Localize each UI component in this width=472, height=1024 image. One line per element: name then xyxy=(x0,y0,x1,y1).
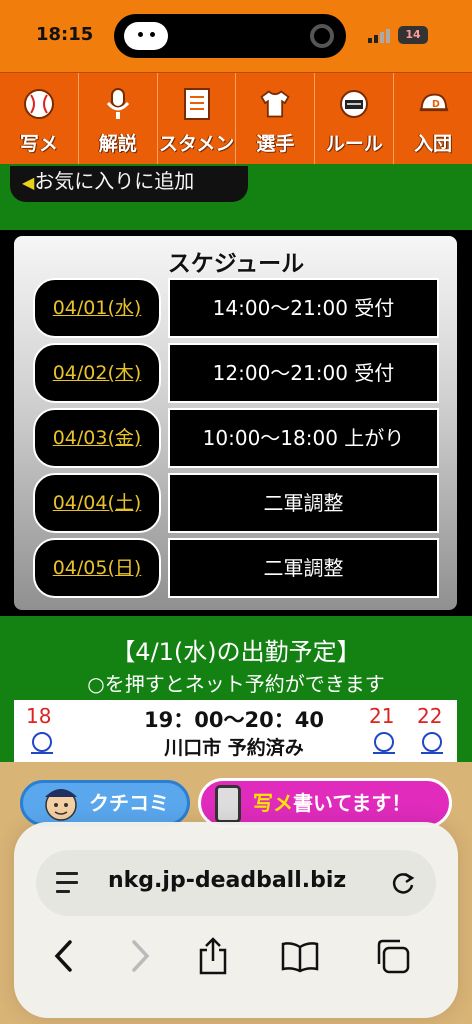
baseball-icon xyxy=(22,87,56,121)
battery-level: 14 xyxy=(405,28,421,41)
hour-label: 18 xyxy=(26,704,52,728)
nav-label: スタメン xyxy=(158,133,235,155)
attendance-title: 【4/1(水)の出勤予定】 xyxy=(111,638,361,666)
add-to-favorites-button[interactable]: ◀お気に入りに追加 xyxy=(10,166,248,202)
schedule-date-link[interactable]: 04/04(土) xyxy=(33,473,161,533)
reviews-label: クチコミ xyxy=(89,791,169,815)
cellular-signal-icon xyxy=(368,29,390,43)
reserve-circle-button[interactable] xyxy=(421,732,443,754)
cap-icon: D xyxy=(416,87,450,121)
green-border-left xyxy=(0,700,14,762)
schedule-row: 04/01(水) 14:00〜21:00 受付 xyxy=(33,278,439,338)
reservation-table: 18 19：00〜20：40 川口市 予約済み 21 22 xyxy=(14,700,457,762)
reload-icon[interactable] xyxy=(388,868,418,898)
photo-diary-highlight: 写メ xyxy=(253,791,293,815)
status-bar: 18:15 14 xyxy=(0,0,472,72)
tabs-icon[interactable] xyxy=(372,936,412,976)
schedule-date-link[interactable]: 04/05(日) xyxy=(33,538,161,598)
schedule-row: 04/02(木) 12:00〜21:00 受付 xyxy=(33,343,439,403)
microphone-icon xyxy=(101,87,135,121)
forward-icon[interactable] xyxy=(120,936,160,976)
attendance-subtitle: ○を押すとネット予約ができます xyxy=(87,672,385,696)
battery-icon: 14 xyxy=(398,26,428,44)
dynamic-island xyxy=(114,14,346,58)
back-icon[interactable] xyxy=(44,936,84,976)
schedule-title: スケジュール xyxy=(167,251,305,277)
reservation-location: 川口市 予約済み xyxy=(164,737,304,759)
schedule-row: 04/04(土) 二軍調整 xyxy=(33,473,439,533)
schedule-date-link[interactable]: 04/02(木) xyxy=(33,343,161,403)
schedule-time: 12:00〜21:00 受付 xyxy=(168,343,439,403)
phone-icon xyxy=(215,785,241,823)
uniform-icon xyxy=(258,87,292,121)
bookmarks-icon[interactable] xyxy=(280,936,320,976)
photo-diary-button[interactable]: 写メ書いてます！ xyxy=(198,778,452,828)
status-time: 18:15 xyxy=(36,24,94,45)
schedule-time: 14:00〜21:00 受付 xyxy=(168,278,439,338)
mascot-icon xyxy=(41,781,81,823)
main-nav: 写メ 解説 スタメン 選手 ルール D 入団 xyxy=(0,72,472,164)
hour-label: 22 xyxy=(417,704,443,728)
nav-label: 写メ xyxy=(19,133,58,155)
schedule-time: 二軍調整 xyxy=(168,473,439,533)
nav-item-join[interactable]: D 入団 xyxy=(394,73,472,164)
reservation-time: 19：00〜20：40 xyxy=(144,708,324,732)
nav-label: ルール xyxy=(325,133,383,155)
lineup-sheet-icon xyxy=(180,87,214,121)
reserve-circle-button[interactable] xyxy=(31,732,53,754)
nav-item-photos[interactable]: 写メ xyxy=(0,73,79,164)
schedule-row: 04/05(日) 二軍調整 xyxy=(33,538,439,598)
umpire-mask-icon xyxy=(337,87,371,121)
green-border-right xyxy=(457,700,472,762)
schedule-time: 10:00〜18:00 上がり xyxy=(168,408,439,468)
url-text: nkg.jp-deadball.biz xyxy=(108,868,347,893)
mascot-face-icon xyxy=(124,22,168,50)
activity-ring-icon xyxy=(310,24,334,48)
nav-item-rules[interactable]: ルール xyxy=(315,73,395,164)
svg-text:D: D xyxy=(432,99,440,110)
share-icon[interactable] xyxy=(193,936,233,976)
hour-label: 21 xyxy=(369,704,395,728)
reserve-circle-button[interactable] xyxy=(373,732,395,754)
page-menu-icon[interactable] xyxy=(56,872,82,894)
nav-item-players[interactable]: 選手 xyxy=(236,73,316,164)
add-to-favorites-label: お気に入りに追加 xyxy=(34,169,195,193)
address-bar[interactable]: nkg.jp-deadball.biz xyxy=(36,850,436,916)
schedule-time: 二軍調整 xyxy=(168,538,439,598)
nav-item-lineup[interactable]: スタメン xyxy=(158,73,237,164)
schedule-date-link[interactable]: 04/01(水) xyxy=(33,278,161,338)
reviews-button[interactable]: クチコミ xyxy=(20,780,190,826)
nav-label: 入団 xyxy=(414,133,453,155)
nav-label: 解説 xyxy=(98,133,137,155)
nav-label: 選手 xyxy=(256,133,295,155)
left-arrow-icon: ◀ xyxy=(22,173,35,192)
photo-diary-label: 書いてます！ xyxy=(293,791,412,815)
nav-item-commentary[interactable]: 解説 xyxy=(79,73,158,164)
schedule-date-link[interactable]: 04/03(金) xyxy=(33,408,161,468)
schedule-row: 04/03(金) 10:00〜18:00 上がり xyxy=(33,408,439,468)
